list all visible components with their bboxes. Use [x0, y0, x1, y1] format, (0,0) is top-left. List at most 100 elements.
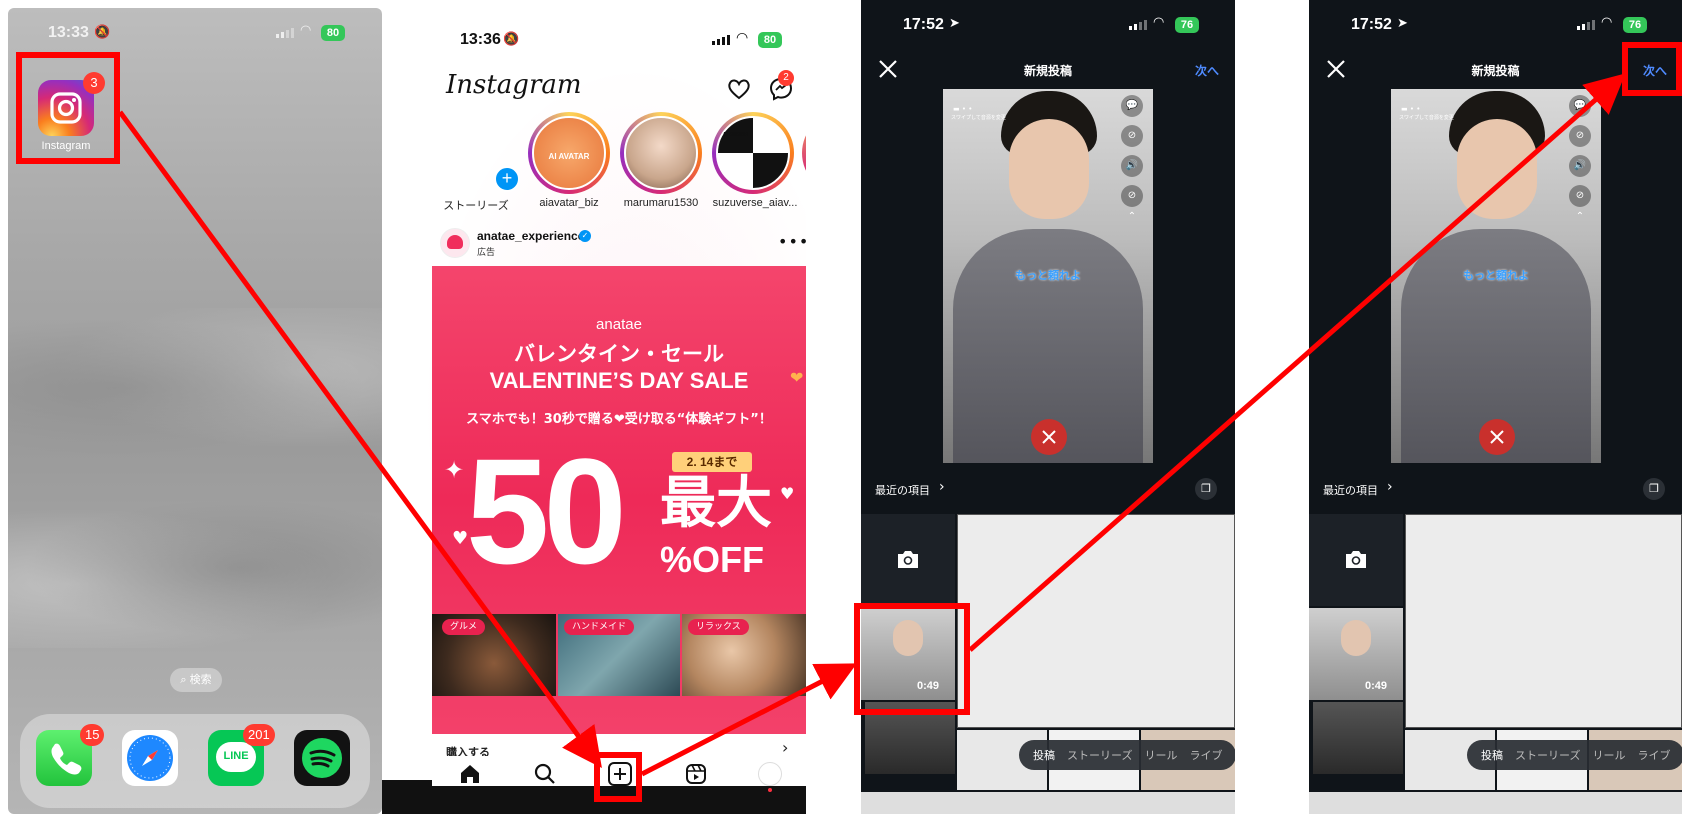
reels-tab-icon[interactable] — [684, 762, 708, 786]
wallpaper-clouds — [8, 308, 382, 468]
mode-stories[interactable]: ストーリーズ — [1515, 747, 1580, 763]
multi-select-icon[interactable]: ❐ — [1195, 478, 1217, 500]
battery-indicator: 76 — [1175, 17, 1199, 33]
story-avatar-text: AI AVATAR — [548, 152, 590, 161]
mode-live[interactable]: ライブ — [1189, 747, 1222, 763]
wifi-icon: ◠ — [1153, 15, 1165, 30]
video-thumbnail-selected[interactable]: 0:49 — [1309, 608, 1403, 700]
ad-date-tag: 2. 14まで — [672, 452, 752, 472]
spotlight-search-pill[interactable]: ⌕ 検索 — [170, 668, 222, 692]
screen-title: 新規投稿 — [1023, 64, 1072, 78]
location-arrow-icon: ➤ — [1397, 16, 1408, 31]
post-username[interactable]: anatae_experience — [477, 229, 584, 243]
collapse-chevron-icon[interactable]: ⌃ — [1569, 211, 1591, 222]
grid-thumbnail[interactable] — [1309, 792, 1682, 814]
phone-badge: 15 — [80, 724, 105, 746]
messenger-badge: 2 — [778, 70, 794, 86]
selected-preview-area — [1405, 514, 1682, 728]
multi-select-icon[interactable]: ❐ — [1643, 478, 1665, 500]
mode-post[interactable]: 投稿 — [1481, 747, 1503, 763]
effects-off-icon[interactable]: ⊘ — [1569, 185, 1591, 207]
selected-preview-area — [957, 514, 1235, 728]
recent-items-label[interactable]: 最近の項目 — [875, 482, 930, 498]
your-story-add-button[interactable]: + — [494, 166, 520, 192]
cta-chevron-icon: › — [782, 738, 789, 757]
post-avatar[interactable] — [440, 228, 470, 258]
ad-subline: スマホでも！30秒で贈る❤受け取る“体験ギフト”！ — [466, 412, 772, 427]
line-badge: 201 — [243, 724, 275, 746]
instagram-feed-panel: 13:36 🔕 ◠ 80 Instagram 2 + ストーリーズ AI AVA… — [382, 0, 806, 814]
person-face — [1009, 119, 1089, 219]
ad-max-label: 最大 — [660, 471, 772, 536]
delete-clip-button[interactable] — [1031, 419, 1067, 455]
profile-tab-avatar[interactable] — [758, 762, 782, 786]
video-preview[interactable]: ▬ • • スワイプして音源を変更 もっと頼れよ 💬 ⊘ 🔊 ⊘ ⌃ — [1391, 89, 1601, 463]
sound-icon[interactable]: 🔊 — [1121, 155, 1143, 177]
ad-big-number: 50 — [466, 427, 627, 595]
story-avatar-aiavatar[interactable]: AI AVATAR — [528, 112, 610, 194]
sticker-off-icon[interactable]: ⊘ — [1569, 125, 1591, 147]
ad-heart-small-icon: ♥ — [452, 528, 469, 549]
signal-icon — [276, 28, 294, 38]
side-tools: 💬 ⊘ 🔊 ⊘ ⌃ — [1569, 95, 1593, 222]
mode-stories[interactable]: ストーリーズ — [1067, 747, 1132, 763]
home-tab-icon[interactable] — [458, 762, 482, 786]
spotify-logo-icon — [302, 738, 342, 778]
wallpaper-clouds-2 — [8, 488, 382, 648]
story-label-marumaru: marumaru1530 — [623, 197, 699, 209]
ad-headline-en: VALENTINE’S DAY SALE — [489, 368, 749, 393]
camera-icon — [898, 551, 918, 568]
line-logo-text: LINE — [223, 750, 249, 762]
mode-live[interactable]: ライブ — [1637, 747, 1670, 763]
status-time: 13:36 — [460, 31, 501, 48]
recent-items-label[interactable]: 最近の項目 — [1323, 482, 1378, 498]
highlight-next-button — [1622, 42, 1682, 96]
text-tool-icon[interactable]: 💬 — [1569, 95, 1591, 117]
signal-icon — [712, 35, 730, 45]
swipe-hint: スワイプして音源を変更 — [1399, 115, 1454, 121]
video-caption: もっと頼れよ — [1015, 269, 1081, 282]
story-label-aiavatar: aiavatar_biz — [539, 197, 599, 209]
heart-icon[interactable] — [726, 76, 752, 102]
thumb-face — [1341, 620, 1371, 656]
search-tab-icon[interactable] — [533, 762, 557, 786]
battery-indicator: 80 — [758, 32, 782, 48]
delete-clip-button[interactable] — [1479, 419, 1515, 455]
wifi-icon: ◠ — [300, 23, 312, 38]
camera-icon — [1346, 551, 1366, 568]
ad-headline-jp: バレンタイン・セール — [514, 342, 724, 366]
safari-app-icon[interactable] — [122, 730, 178, 786]
story-avatar-marumaru[interactable] — [620, 112, 702, 194]
grid-thumbnail[interactable] — [1313, 702, 1403, 774]
recent-chevron-icon: › — [1387, 479, 1393, 495]
story-avatar-suzuverse[interactable]: AI AVATAR — [712, 112, 794, 194]
video-preview[interactable]: ▬ • • スワイプして音源を変更 もっと頼れよ 💬 ⊘ 🔊 ⊘ ⌃ — [943, 89, 1153, 463]
sticker-off-icon[interactable]: ⊘ — [1121, 125, 1143, 147]
side-tools: 💬 ⊘ 🔊 ⊘ ⌃ — [1121, 95, 1145, 222]
collapse-chevron-icon[interactable]: ⌃ — [1121, 211, 1143, 222]
next-button[interactable]: 次へ — [1195, 62, 1219, 79]
ad-sparkle-icon: ✦ — [444, 456, 465, 484]
sound-icon[interactable]: 🔊 — [1569, 155, 1591, 177]
post-avatar-mark — [447, 235, 463, 249]
mode-reels[interactable]: リール — [1592, 747, 1625, 763]
camera-tile[interactable] — [861, 514, 955, 606]
video-duration: 0:49 — [1365, 680, 1388, 692]
mode-switcher: 投稿 ストーリーズ リール ライブ — [1019, 740, 1235, 770]
post-more-options-icon[interactable]: ••• — [778, 232, 806, 251]
spotify-app-icon[interactable] — [294, 730, 350, 786]
ad-tag-gourmet: グルメ — [442, 619, 486, 635]
verified-badge-icon: ✓ — [579, 230, 591, 242]
effects-off-icon[interactable]: ⊘ — [1121, 185, 1143, 207]
text-tool-icon[interactable]: 💬 — [1121, 95, 1143, 117]
mode-post[interactable]: 投稿 — [1033, 747, 1055, 763]
profile-notification-dot — [768, 788, 772, 792]
ad-creative[interactable]: anatae バレンタイン・セール VALENTINE’S DAY SALE ❤… — [432, 266, 806, 734]
grid-thumbnail[interactable] — [861, 792, 1235, 814]
silent-icon: 🔕 — [503, 32, 520, 47]
camera-tile[interactable] — [1309, 514, 1403, 606]
signal-icon — [1577, 20, 1595, 30]
status-time: 17:52 — [903, 16, 944, 33]
mode-reels[interactable]: リール — [1144, 747, 1177, 763]
highlight-video-thumbnail — [854, 603, 970, 715]
